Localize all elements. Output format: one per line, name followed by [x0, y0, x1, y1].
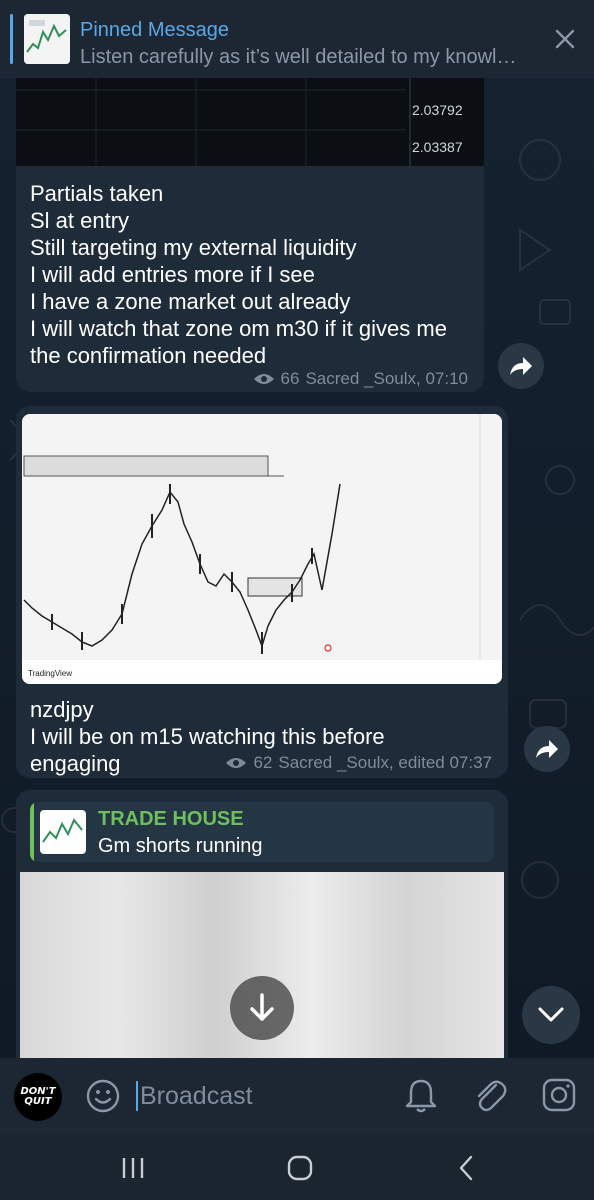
- avatar-text: QUIT: [24, 1096, 52, 1107]
- forward-icon: [536, 740, 558, 758]
- price-label: 2.03792: [412, 102, 463, 118]
- author-time: Sacred _Soulx, 07:10: [305, 369, 468, 388]
- chart-brand: TradingView: [28, 669, 72, 678]
- home-icon[interactable]: [286, 1154, 314, 1182]
- message-meta: 62 Sacred _Soulx, edited 07:37: [225, 753, 492, 773]
- chevron-down-icon: [538, 1007, 564, 1022]
- author-time: Sacred _Soulx, edited 07:37: [278, 753, 492, 772]
- composer-bar: DON'T QUIT Broadcast: [0, 1058, 594, 1134]
- chart-image[interactable]: TradingView: [22, 414, 502, 684]
- message-line: the confirmation needed: [30, 343, 267, 368]
- price-label: 2.03387: [412, 139, 463, 155]
- system-nav-bar: [0, 1134, 594, 1200]
- pinned-title: Pinned Message: [80, 19, 229, 41]
- message-line: Sl at entry: [30, 208, 130, 233]
- broadcast-input[interactable]: Broadcast: [136, 1078, 376, 1114]
- forward-button[interactable]: [524, 726, 570, 772]
- recent-apps-icon[interactable]: [120, 1156, 146, 1180]
- text-caret: [136, 1081, 138, 1111]
- reply-thumbnail: [40, 810, 86, 854]
- view-count: 62: [253, 753, 273, 772]
- pinned-accent-line: [10, 14, 13, 64]
- pinned-text: Listen carefully as it’s well detailed t…: [80, 46, 517, 68]
- trading-chart: TradingView: [22, 414, 502, 684]
- forward-icon: [510, 357, 532, 375]
- reply-accent: [30, 802, 34, 862]
- eye-icon: [226, 758, 247, 768]
- scroll-down-button[interactable]: [522, 986, 580, 1044]
- view-count: 66: [280, 369, 300, 388]
- pinned-thumbnail: [24, 14, 70, 64]
- reply-name: TRADE HOUSE: [98, 808, 244, 830]
- close-icon[interactable]: [554, 28, 576, 50]
- message-line: I will be on m15 watching this before: [30, 724, 385, 749]
- message-bubble[interactable]: TradingView nzdjpy I will be on m15 watc…: [16, 406, 508, 778]
- pinned-message-bar[interactable]: Pinned Message Listen carefully as it’s …: [0, 0, 594, 78]
- avatar[interactable]: DON'T QUIT: [14, 1073, 62, 1121]
- bell-icon[interactable]: [404, 1078, 438, 1114]
- input-placeholder: Broadcast: [140, 1081, 253, 1110]
- message-line: I will add entries more if I see: [30, 262, 315, 287]
- attach-icon[interactable]: [472, 1077, 508, 1115]
- message-line: nzdjpy: [30, 697, 94, 722]
- emoji-icon[interactable]: [86, 1079, 120, 1113]
- message-bubble[interactable]: 2.03792 2.03387 Partials taken Sl at ent…: [16, 60, 484, 392]
- forward-button[interactable]: [498, 343, 544, 389]
- back-icon[interactable]: [456, 1154, 476, 1182]
- download-button[interactable]: [230, 976, 294, 1040]
- download-icon: [250, 993, 274, 1021]
- message-line: I have a zone market out already: [30, 289, 351, 314]
- message-line: Still targeting my external liquidity: [30, 235, 357, 260]
- reply-preview[interactable]: TRADE HOUSE Gm shorts running: [30, 802, 494, 862]
- message-line: I will watch that zone om m30 if it give…: [30, 316, 447, 341]
- reply-text: Gm shorts running: [98, 835, 263, 857]
- eye-icon: [253, 374, 274, 384]
- message-line: Partials taken: [30, 181, 164, 206]
- message-meta: 66 Sacred _Soulx, 07:10: [253, 369, 468, 389]
- camera-icon[interactable]: [542, 1078, 576, 1112]
